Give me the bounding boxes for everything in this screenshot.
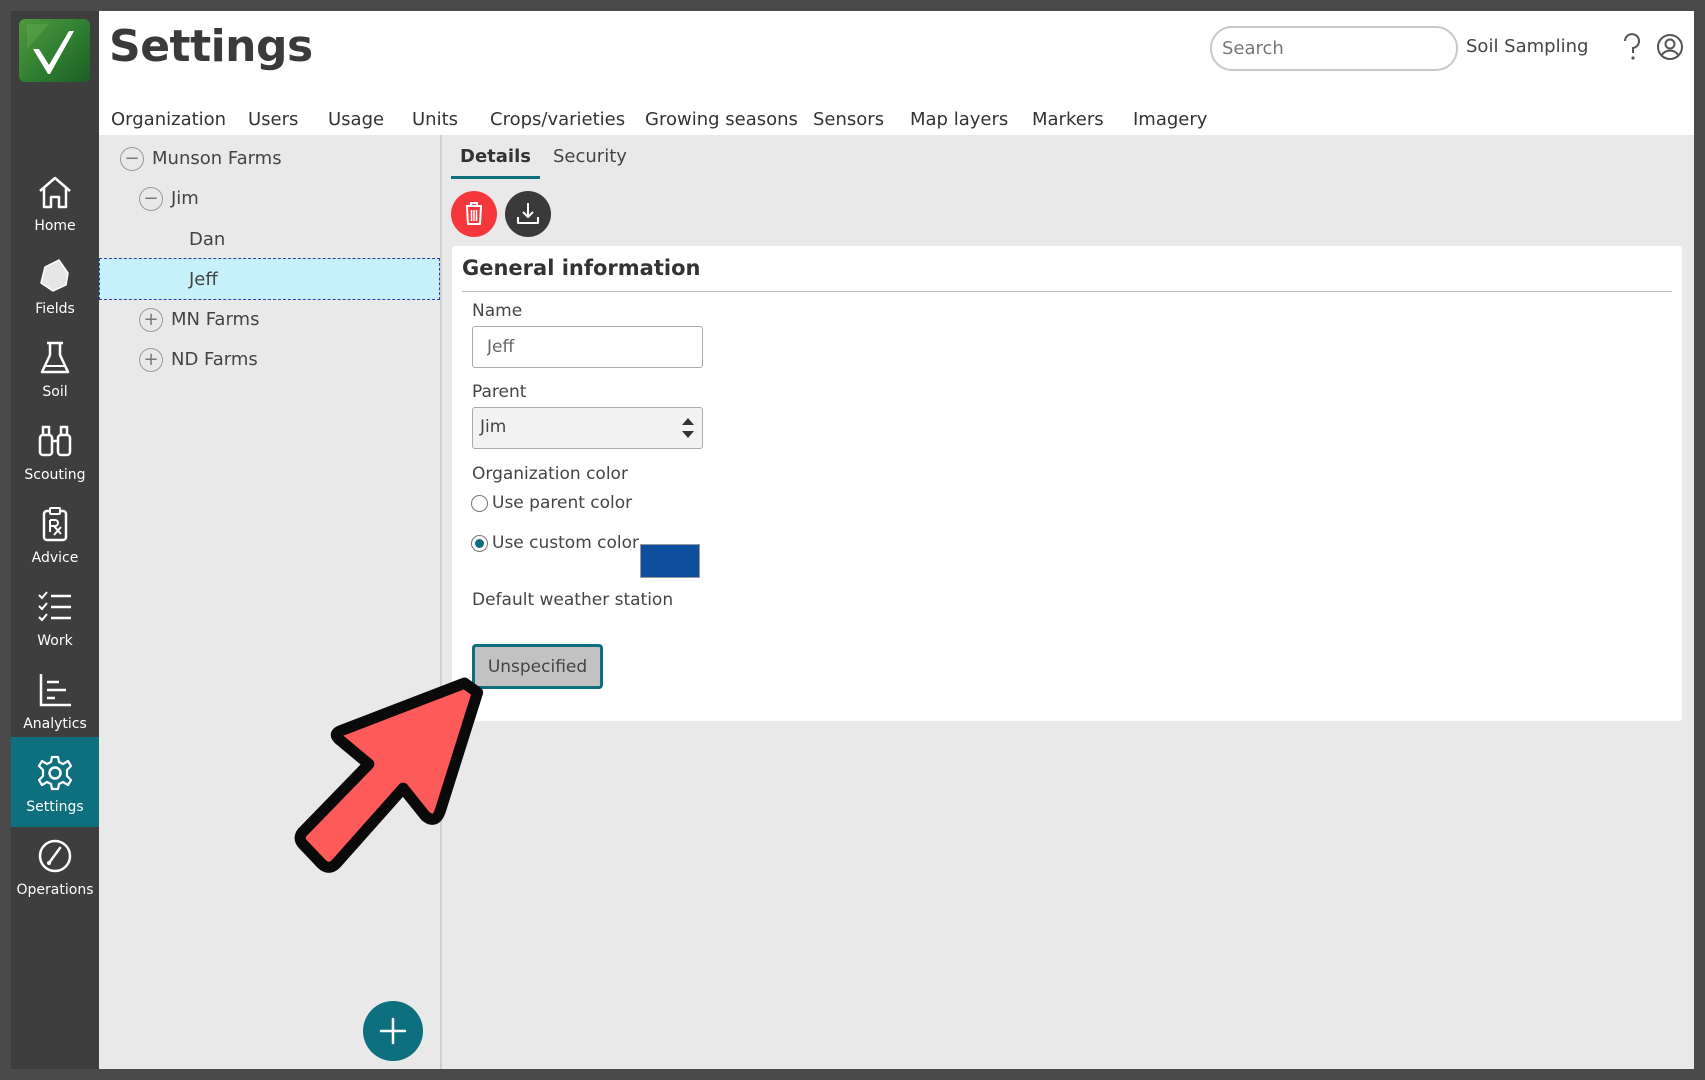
tree-item-label: ND Farms bbox=[171, 349, 258, 370]
tree-item-label: Jim bbox=[171, 188, 199, 209]
tab-users[interactable]: Users bbox=[248, 109, 298, 130]
app-logo[interactable] bbox=[19, 19, 90, 82]
tab-usage[interactable]: Usage bbox=[328, 109, 384, 130]
organization-detail-panel: Details Security General information Nam… bbox=[442, 135, 1694, 1069]
binoculars-icon bbox=[38, 425, 72, 457]
nav-work-label: Work bbox=[37, 633, 73, 649]
main-nav: Home Fields Soil Scouting Advice Work An… bbox=[11, 11, 99, 1069]
nav-soil-label: Soil bbox=[42, 384, 68, 400]
nav-home[interactable]: Home bbox=[11, 156, 99, 246]
organization-color-label: Organization color bbox=[472, 464, 628, 484]
tab-map-layers[interactable]: Map layers bbox=[910, 109, 1008, 130]
use-custom-color-radio[interactable] bbox=[471, 535, 488, 552]
nav-work[interactable]: Work bbox=[11, 571, 99, 661]
tab-imagery[interactable]: Imagery bbox=[1133, 109, 1207, 130]
trash-icon bbox=[466, 202, 482, 225]
checklist-icon bbox=[38, 591, 71, 622]
collapse-icon[interactable]: − bbox=[139, 187, 163, 211]
nav-settings-label: Settings bbox=[26, 799, 84, 815]
tree-item-nd-farms[interactable]: + ND Farms bbox=[99, 339, 440, 381]
chart-icon bbox=[39, 674, 71, 707]
organization-tree: − Munson Farms − Jim Dan Jeff + MN Farms… bbox=[99, 135, 442, 1069]
search-input[interactable] bbox=[1210, 26, 1458, 71]
expand-icon[interactable]: + bbox=[139, 348, 163, 372]
download-icon bbox=[517, 203, 539, 224]
expand-icon[interactable]: + bbox=[139, 308, 163, 332]
parent-label: Parent bbox=[472, 382, 527, 402]
tab-sensors[interactable]: Sensors bbox=[813, 109, 884, 130]
tree-item-jeff[interactable]: Jeff bbox=[99, 258, 440, 300]
use-parent-color-radio[interactable] bbox=[471, 495, 488, 512]
tree-item-mn-farms[interactable]: + MN Farms bbox=[99, 299, 440, 341]
gauge-icon bbox=[38, 839, 72, 873]
select-arrows-icon bbox=[682, 418, 694, 438]
nav-soil[interactable]: Soil bbox=[11, 322, 99, 412]
nav-home-label: Home bbox=[34, 218, 76, 234]
tree-item-munson-farms[interactable]: − Munson Farms bbox=[99, 138, 440, 180]
tree-item-jim[interactable]: − Jim bbox=[99, 178, 440, 220]
collapse-icon[interactable]: − bbox=[120, 147, 144, 171]
nav-scouting-label: Scouting bbox=[24, 467, 86, 483]
nav-advice[interactable]: Advice bbox=[11, 488, 99, 578]
tree-item-dan[interactable]: Dan bbox=[99, 219, 440, 261]
download-button[interactable] bbox=[505, 191, 551, 237]
leaf-logo-icon bbox=[27, 24, 74, 74]
nav-fields-label: Fields bbox=[35, 301, 75, 317]
pointer-arrow-icon bbox=[294, 677, 484, 873]
name-input[interactable] bbox=[472, 326, 703, 368]
parent-select[interactable]: Jim bbox=[472, 407, 703, 449]
nav-settings[interactable]: Settings bbox=[11, 737, 99, 827]
tree-item-label: MN Farms bbox=[171, 309, 260, 330]
tab-organization[interactable]: Organization bbox=[111, 109, 227, 143]
tab-markers[interactable]: Markers bbox=[1032, 109, 1104, 130]
tab-units[interactable]: Units bbox=[412, 109, 458, 130]
field-icon bbox=[40, 259, 69, 292]
tab-details[interactable]: Details bbox=[451, 146, 540, 179]
name-label: Name bbox=[472, 301, 523, 321]
custom-color-swatch[interactable] bbox=[640, 544, 700, 578]
tree-item-label: Dan bbox=[189, 229, 226, 250]
nav-analytics[interactable]: Analytics bbox=[11, 654, 99, 744]
use-parent-color-label[interactable]: Use parent color bbox=[492, 493, 632, 513]
weather-station-label: Default weather station bbox=[472, 590, 674, 610]
card-title: General information bbox=[462, 256, 701, 280]
delete-button[interactable] bbox=[451, 191, 497, 237]
tab-growing-seasons[interactable]: Growing seasons bbox=[645, 109, 798, 130]
nav-advice-label: Advice bbox=[31, 550, 79, 566]
flask-icon bbox=[40, 341, 70, 374]
page-title: Settings bbox=[109, 21, 313, 72]
tab-crops-varieties[interactable]: Crops/varieties bbox=[490, 109, 625, 130]
add-organization-button[interactable] bbox=[363, 1001, 423, 1061]
nav-analytics-label: Analytics bbox=[23, 716, 87, 732]
nav-operations-label: Operations bbox=[16, 882, 94, 898]
prescription-icon bbox=[42, 507, 68, 542]
plus-icon bbox=[379, 1017, 407, 1045]
home-icon bbox=[39, 176, 71, 209]
user-account-icon[interactable] bbox=[1656, 33, 1684, 61]
tree-item-label: Munson Farms bbox=[152, 148, 282, 169]
divider bbox=[462, 291, 1672, 292]
nav-fields[interactable]: Fields bbox=[11, 239, 99, 329]
tab-security[interactable]: Security bbox=[553, 146, 627, 167]
context-selector[interactable]: Soil Sampling bbox=[1466, 36, 1588, 57]
gear-icon bbox=[37, 755, 73, 791]
general-information-card: General information Name Parent Jim Orga… bbox=[452, 246, 1682, 721]
nav-operations[interactable]: Operations bbox=[11, 820, 99, 910]
parent-select-value: Jim bbox=[480, 417, 507, 437]
app-window: Home Fields Soil Scouting Advice Work An… bbox=[11, 11, 1694, 1069]
help-icon[interactable] bbox=[1619, 32, 1645, 62]
tree-item-label: Jeff bbox=[189, 269, 218, 290]
nav-scouting[interactable]: Scouting bbox=[11, 405, 99, 495]
use-custom-color-label[interactable]: Use custom color bbox=[492, 533, 639, 553]
